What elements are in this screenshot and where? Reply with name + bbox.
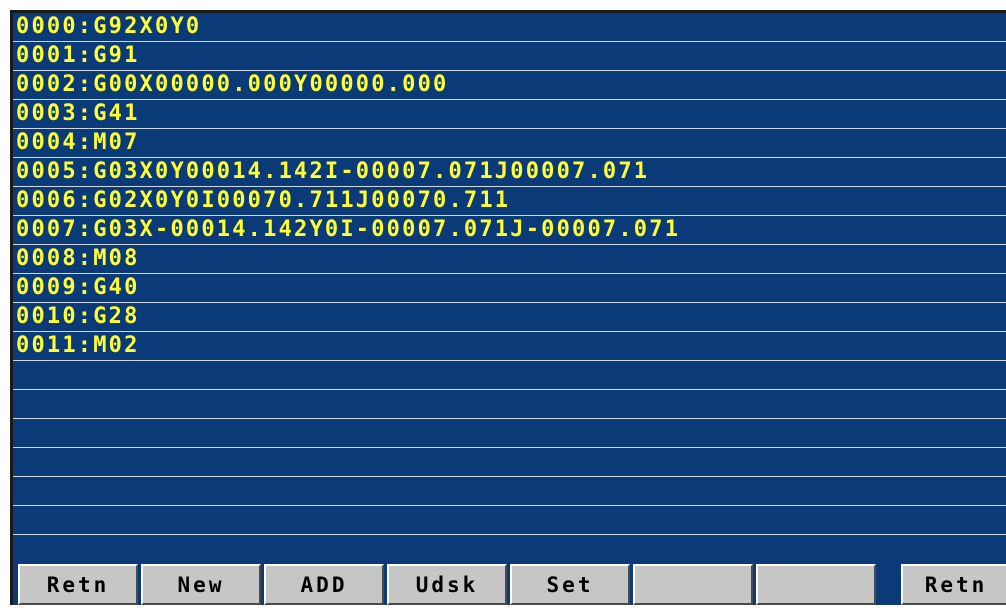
program-line-text: 0004:M07 <box>16 130 140 155</box>
set-softkey[interactable]: Set <box>510 564 630 605</box>
program-line-text: 0006:G02X0Y0I00070.711J00070.711 <box>16 188 511 213</box>
program-line[interactable]: 0009:G40 <box>13 274 1006 303</box>
program-line[interactable] <box>13 390 1006 419</box>
program-line-text: 0009:G40 <box>16 275 140 300</box>
program-line-text: 0008:M08 <box>16 246 140 271</box>
program-line-text: 0001:G91 <box>16 43 140 68</box>
program-line[interactable]: 0005:G03X0Y00014.142I-00007.071J00007.07… <box>13 158 1006 187</box>
softkey-bar: Retn New ADD Udsk Set Retn <box>13 561 1006 608</box>
program-line[interactable]: 0007:G03X-00014.142Y0I-00007.071J-00007.… <box>13 216 1006 245</box>
blank-softkey[interactable] <box>756 564 876 605</box>
program-line[interactable]: 0003:G41 <box>13 100 1006 129</box>
program-line[interactable]: 0010:G28 <box>13 303 1006 332</box>
add-softkey[interactable]: ADD <box>264 564 384 605</box>
blank-softkey[interactable] <box>633 564 753 605</box>
program-line[interactable]: 0004:M07 <box>13 129 1006 158</box>
program-line[interactable] <box>13 419 1006 448</box>
program-line-text: 0010:G28 <box>16 304 140 329</box>
program-listing: 0000:G92X0Y0 0001:G91 0002:G00X00000.000… <box>13 13 1006 535</box>
cnc-window: 0000:G92X0Y0 0001:G91 0002:G00X00000.000… <box>0 0 1006 605</box>
retn-softkey-right[interactable]: Retn <box>901 564 1006 605</box>
program-line[interactable] <box>13 477 1006 506</box>
program-line-text: 0000:G92X0Y0 <box>16 14 202 39</box>
program-line[interactable]: 0000:G92X0Y0 <box>13 13 1006 42</box>
program-line-text: 0002:G00X00000.000Y00000.000 <box>16 72 449 97</box>
program-line[interactable] <box>13 448 1006 477</box>
new-softkey[interactable]: New <box>141 564 261 605</box>
program-line[interactable]: 0011:M02 <box>13 332 1006 361</box>
program-line[interactable]: 0001:G91 <box>13 42 1006 71</box>
program-line[interactable]: 0006:G02X0Y0I00070.711J00070.711 <box>13 187 1006 216</box>
program-line-text: 0011:M02 <box>16 333 140 358</box>
retn-softkey[interactable]: Retn <box>18 564 138 605</box>
program-editor-screen: 0000:G92X0Y0 0001:G91 0002:G00X00000.000… <box>10 10 1006 605</box>
program-line-text: 0003:G41 <box>16 101 140 126</box>
program-line[interactable] <box>13 506 1006 535</box>
program-line[interactable] <box>13 361 1006 390</box>
program-line[interactable]: 0002:G00X00000.000Y00000.000 <box>13 71 1006 100</box>
udsk-softkey[interactable]: Udsk <box>387 564 507 605</box>
program-line[interactable]: 0008:M08 <box>13 245 1006 274</box>
program-line-text: 0007:G03X-00014.142Y0I-00007.071J-00007.… <box>16 217 681 242</box>
program-line-text: 0005:G03X0Y00014.142I-00007.071J00007.07… <box>16 159 650 184</box>
